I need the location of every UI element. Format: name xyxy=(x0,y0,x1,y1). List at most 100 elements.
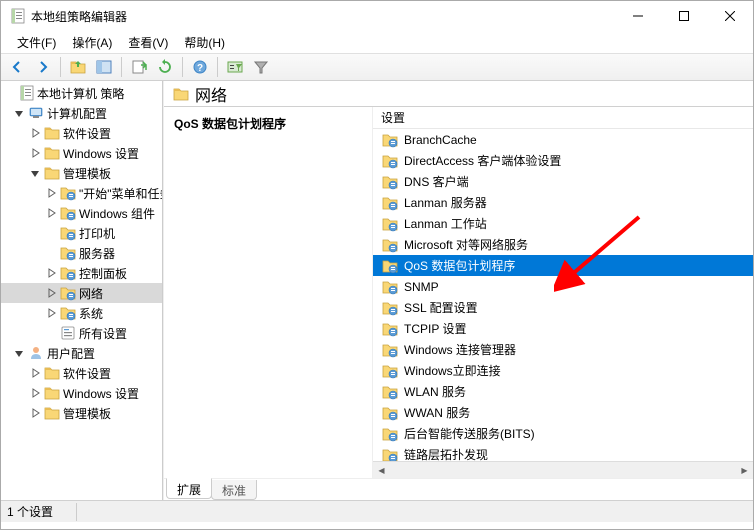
horizontal-scrollbar[interactable]: ◀ ▶ xyxy=(373,461,753,478)
tree-item[interactable]: 软件设置 xyxy=(1,123,162,143)
folder-icon xyxy=(44,385,60,401)
minimize-button[interactable] xyxy=(615,1,661,31)
list-item[interactable]: BranchCache xyxy=(373,129,753,150)
content-title: 网络 xyxy=(195,82,227,106)
list-item[interactable]: QoS 数据包计划程序 xyxy=(373,255,753,276)
tree-item[interactable]: 打印机 xyxy=(1,223,162,243)
twisty-closed-icon[interactable] xyxy=(29,127,41,139)
list-item-label: 链路层拓扑发现 xyxy=(404,446,488,461)
twisty-open-icon[interactable] xyxy=(29,167,41,179)
twisty-closed-icon[interactable] xyxy=(29,387,41,399)
up-button[interactable] xyxy=(66,55,90,79)
tree-root[interactable]: 本地计算机 策略 xyxy=(1,83,162,103)
details-column: QoS 数据包计划程序 xyxy=(164,107,372,478)
tab-extended[interactable]: 扩展 xyxy=(166,478,212,499)
twisty-closed-icon[interactable] xyxy=(45,187,57,199)
gpfolder-icon xyxy=(382,426,398,442)
show-hide-tree-button[interactable] xyxy=(92,55,116,79)
list-item[interactable]: TCPIP 设置 xyxy=(373,318,753,339)
list-item-label: BranchCache xyxy=(404,133,477,147)
status-text: 1 个设置 xyxy=(7,503,77,521)
settings-icon xyxy=(60,325,76,341)
tree-label: "开始"菜单和任务栏 xyxy=(79,185,163,202)
list-item[interactable]: DNS 客户端 xyxy=(373,171,753,192)
tree-label: 打印机 xyxy=(79,225,115,242)
gpfolder-icon xyxy=(382,153,398,169)
tree-label: 用户配置 xyxy=(47,345,95,362)
tree-label: 管理模板 xyxy=(63,405,111,422)
gpfolder-icon xyxy=(60,185,76,201)
filter-button[interactable] xyxy=(249,55,273,79)
tree-computer-config[interactable]: 计算机配置 xyxy=(1,103,162,123)
list-item-label: SSL 配置设置 xyxy=(404,299,478,316)
list-item[interactable]: Windows立即连接 xyxy=(373,360,753,381)
twisty-closed-icon[interactable] xyxy=(45,207,57,219)
gpfolder-icon xyxy=(60,285,76,301)
refresh-button[interactable] xyxy=(153,55,177,79)
help-button[interactable]: ? xyxy=(188,55,212,79)
tree-item[interactable]: 所有设置 xyxy=(1,323,162,343)
menubar: 文件(F) 操作(A) 查看(V) 帮助(H) xyxy=(1,31,753,53)
tree-item[interactable]: 软件设置 xyxy=(1,363,162,383)
tree-network[interactable]: 网络 xyxy=(1,283,162,303)
tree-item[interactable]: 服务器 xyxy=(1,243,162,263)
tree-item[interactable]: 管理模板 xyxy=(1,403,162,423)
tree-label: 计算机配置 xyxy=(47,105,107,122)
twisty-closed-icon[interactable] xyxy=(45,267,57,279)
maximize-button[interactable] xyxy=(661,1,707,31)
list-item[interactable]: DirectAccess 客户端体验设置 xyxy=(373,150,753,171)
list-item[interactable]: WLAN 服务 xyxy=(373,381,753,402)
gpfolder-icon xyxy=(382,405,398,421)
filter-options-button[interactable] xyxy=(223,55,247,79)
folder-icon xyxy=(173,86,189,102)
menu-help[interactable]: 帮助(H) xyxy=(176,32,233,53)
list-item[interactable]: Microsoft 对等网络服务 xyxy=(373,234,753,255)
list-item-label: DirectAccess 客户端体验设置 xyxy=(404,152,561,169)
list-item[interactable]: WWAN 服务 xyxy=(373,402,753,423)
menu-file[interactable]: 文件(F) xyxy=(9,32,64,53)
list-item[interactable]: 链路层拓扑发现 xyxy=(373,444,753,461)
twisty-open-icon[interactable] xyxy=(13,347,25,359)
tab-standard[interactable]: 标准 xyxy=(211,480,257,500)
tree-label: Windows 设置 xyxy=(63,145,139,162)
tree-item[interactable]: Windows 设置 xyxy=(1,143,162,163)
list-item[interactable]: Windows 连接管理器 xyxy=(373,339,753,360)
list-item-label: Lanman 服务器 xyxy=(404,194,487,211)
tree-item[interactable]: Windows 组件 xyxy=(1,203,162,223)
twisty-closed-icon[interactable] xyxy=(29,147,41,159)
list-item-label: Lanman 工作站 xyxy=(404,215,487,232)
twisty-closed-icon[interactable] xyxy=(29,367,41,379)
list-item[interactable]: Lanman 服务器 xyxy=(373,192,753,213)
menu-action[interactable]: 操作(A) xyxy=(64,32,120,53)
list-item[interactable]: Lanman 工作站 xyxy=(373,213,753,234)
gpfolder-icon xyxy=(382,384,398,400)
tree-item[interactable]: 控制面板 xyxy=(1,263,162,283)
tree-label: Windows 设置 xyxy=(63,385,139,402)
tree-pane[interactable]: 本地计算机 策略 计算机配置 软件设置 Windows 设置 管理模板 "开始"… xyxy=(1,81,163,500)
export-button[interactable] xyxy=(127,55,151,79)
tree-admin-templates[interactable]: 管理模板 xyxy=(1,163,162,183)
list-item[interactable]: 后台智能传送服务(BITS) xyxy=(373,423,753,444)
scroll-right-button[interactable]: ▶ xyxy=(736,462,753,479)
list-item[interactable]: SSL 配置设置 xyxy=(373,297,753,318)
settings-list[interactable]: BranchCache DirectAccess 客户端体验设置 DNS 客户端 La… xyxy=(373,129,753,461)
tree-item[interactable]: Windows 设置 xyxy=(1,383,162,403)
list-item[interactable]: SNMP xyxy=(373,276,753,297)
app-icon xyxy=(9,8,25,24)
twisty-open-icon[interactable] xyxy=(13,107,25,119)
tree-item[interactable]: "开始"菜单和任务栏 xyxy=(1,183,162,203)
twisty-closed-icon[interactable] xyxy=(45,307,57,319)
back-button[interactable] xyxy=(5,55,29,79)
scroll-left-button[interactable]: ◀ xyxy=(373,462,390,479)
tree-label: 控制面板 xyxy=(79,265,127,282)
twisty-closed-icon[interactable] xyxy=(45,287,57,299)
column-header-settings[interactable]: 设置 xyxy=(373,107,753,129)
tree-item[interactable]: 系统 xyxy=(1,303,162,323)
tree-user-config[interactable]: 用户配置 xyxy=(1,343,162,363)
forward-button[interactable] xyxy=(31,55,55,79)
twisty-closed-icon[interactable] xyxy=(29,407,41,419)
list-item-label: SNMP xyxy=(404,280,439,294)
close-button[interactable] xyxy=(707,1,753,31)
menu-view[interactable]: 查看(V) xyxy=(120,32,176,53)
list-item-label: QoS 数据包计划程序 xyxy=(404,257,515,274)
